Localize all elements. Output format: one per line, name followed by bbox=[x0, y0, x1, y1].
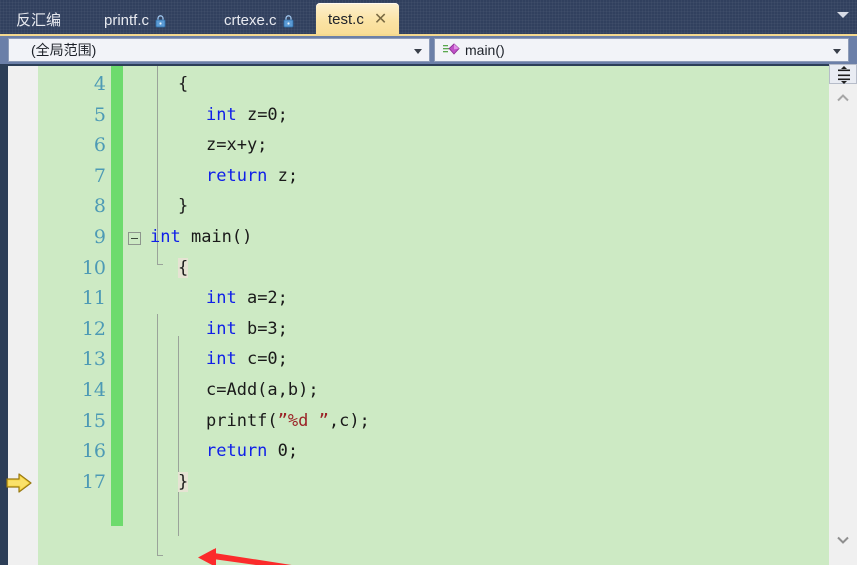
tab-test-c[interactable]: test.c ✕ bbox=[316, 3, 400, 36]
code-line[interactable]: 9 int main() bbox=[38, 222, 829, 253]
vertical-scrollbar[interactable] bbox=[829, 66, 857, 565]
code-token: int bbox=[206, 318, 237, 339]
code-text[interactable]: } bbox=[178, 467, 189, 498]
code-token: z=x+y; bbox=[206, 135, 268, 156]
code-token: z=0; bbox=[236, 104, 288, 125]
method-diamond-icon bbox=[443, 42, 461, 58]
scroll-down-button[interactable] bbox=[829, 530, 857, 552]
lock-icon bbox=[155, 14, 166, 28]
lock-icon bbox=[283, 14, 294, 28]
tab-printf-c[interactable]: printf.c bbox=[92, 4, 178, 36]
current-statement-arrow-icon bbox=[6, 473, 32, 493]
code-line[interactable]: 7 return z; bbox=[38, 161, 829, 192]
chevron-down-icon bbox=[837, 536, 849, 544]
tab-label: test.c bbox=[328, 11, 364, 28]
code-token: b=3; bbox=[236, 318, 288, 339]
code-line[interactable]: 8} bbox=[38, 191, 829, 222]
code-line[interactable]: 15 printf(”%d ”,c); bbox=[38, 406, 829, 437]
tab-disassembly[interactable]: 反汇编 bbox=[4, 4, 73, 36]
line-number: 15 bbox=[81, 409, 106, 432]
code-token: ”%d ” bbox=[277, 410, 329, 431]
line-number: 13 bbox=[81, 348, 106, 371]
code-line[interactable]: 13 int c=0; bbox=[38, 344, 829, 375]
scroll-up-button[interactable] bbox=[829, 88, 857, 110]
visual-studio-editor-window: 反汇编 printf.c crtexe.c test.c ✕ (全局范围) ma… bbox=[0, 0, 857, 565]
code-text[interactable]: int b=3; bbox=[206, 314, 288, 345]
code-text[interactable]: return 0; bbox=[206, 436, 298, 467]
code-editor[interactable]: 4{5 int z=0; 6 z=x+y; 7 return z; 8} 9 int main(… bbox=[8, 66, 829, 565]
line-number: 9 bbox=[93, 226, 106, 248]
code-token: ,c); bbox=[328, 410, 370, 431]
code-text[interactable]: printf(”%d ”,c); bbox=[206, 406, 370, 437]
code-token: a=2; bbox=[236, 288, 288, 309]
code-line[interactable]: 6 z=x+y; bbox=[38, 130, 829, 161]
code-token: return bbox=[206, 165, 268, 186]
chevron-down-icon[interactable] bbox=[833, 49, 841, 54]
annotation-arrow-icon bbox=[198, 548, 292, 565]
chevron-up-icon bbox=[837, 94, 849, 102]
code-token: int bbox=[150, 227, 181, 247]
line-number: 14 bbox=[81, 379, 106, 401]
line-number: 4 bbox=[93, 73, 106, 95]
tab-label: 反汇编 bbox=[16, 11, 62, 29]
code-text[interactable]: return z; bbox=[206, 161, 298, 192]
navigation-bar: (全局范围) main() bbox=[0, 36, 857, 64]
code-text[interactable]: int z=0; bbox=[206, 100, 288, 131]
chevron-down-icon[interactable] bbox=[837, 12, 849, 18]
line-number: 8 bbox=[93, 195, 106, 218]
code-token: return bbox=[206, 441, 268, 462]
code-line[interactable]: 16 return 0; bbox=[38, 436, 829, 467]
code-token: int bbox=[206, 288, 237, 309]
code-token: z; bbox=[267, 165, 299, 186]
code-token: int bbox=[206, 104, 237, 125]
code-surface[interactable]: 4{5 int z=0; 6 z=x+y; 7 return z; 8} 9 int main(… bbox=[38, 66, 829, 565]
line-number: 6 bbox=[93, 134, 106, 157]
editor-tab-strip: 反汇编 printf.c crtexe.c test.c ✕ bbox=[0, 0, 857, 36]
code-token: printf( bbox=[206, 410, 278, 431]
chevron-down-icon[interactable] bbox=[414, 49, 422, 54]
block-guide-corner bbox=[157, 555, 163, 556]
scope-dropdown-value: (全局范围) bbox=[31, 42, 97, 58]
split-view-icon[interactable] bbox=[829, 64, 857, 84]
code-text[interactable]: int main() bbox=[150, 222, 252, 253]
code-token: main() bbox=[180, 227, 253, 247]
tab-crtexe-c[interactable]: crtexe.c bbox=[212, 4, 306, 36]
code-text[interactable]: z=x+y; bbox=[206, 130, 267, 161]
code-line[interactable]: 17} bbox=[38, 467, 829, 498]
line-number: 10 bbox=[81, 256, 106, 279]
code-token: c=Add(a,b); bbox=[206, 380, 319, 400]
tab-label: printf.c bbox=[104, 11, 150, 29]
code-line[interactable]: 11 int a=2; bbox=[38, 283, 829, 314]
tab-label: crtexe.c bbox=[224, 11, 277, 29]
code-token: { bbox=[178, 257, 189, 278]
code-text[interactable]: { bbox=[178, 69, 188, 100]
code-text[interactable]: int c=0; bbox=[206, 344, 288, 375]
code-token: c=0; bbox=[236, 349, 288, 370]
code-text[interactable]: int a=2; bbox=[206, 283, 288, 314]
code-text[interactable]: } bbox=[178, 191, 188, 222]
function-dropdown[interactable]: main() bbox=[434, 38, 849, 62]
close-icon[interactable]: ✕ bbox=[374, 11, 387, 28]
line-number: 7 bbox=[93, 164, 106, 187]
line-number: 16 bbox=[81, 440, 106, 463]
code-line[interactable]: 14 c=Add(a,b); bbox=[38, 375, 829, 406]
scope-dropdown[interactable]: (全局范围) bbox=[8, 38, 430, 62]
code-text[interactable]: { bbox=[178, 253, 189, 284]
code-line[interactable]: 10 { bbox=[38, 253, 829, 284]
code-token: } bbox=[178, 471, 189, 492]
function-dropdown-value: main() bbox=[465, 42, 505, 58]
code-line[interactable]: 5 int z=0; bbox=[38, 100, 829, 131]
code-token: 0; bbox=[267, 441, 299, 462]
code-token: { bbox=[178, 74, 189, 94]
line-number: 11 bbox=[81, 287, 106, 310]
code-token: int bbox=[206, 349, 237, 370]
line-number: 5 bbox=[93, 103, 106, 126]
code-line[interactable]: 4{ bbox=[38, 69, 829, 100]
code-token: } bbox=[178, 196, 189, 217]
line-number: 12 bbox=[81, 317, 106, 340]
line-number: 17 bbox=[81, 470, 106, 493]
code-text[interactable]: c=Add(a,b); bbox=[206, 375, 319, 406]
code-line[interactable]: 12 int b=3; bbox=[38, 314, 829, 345]
